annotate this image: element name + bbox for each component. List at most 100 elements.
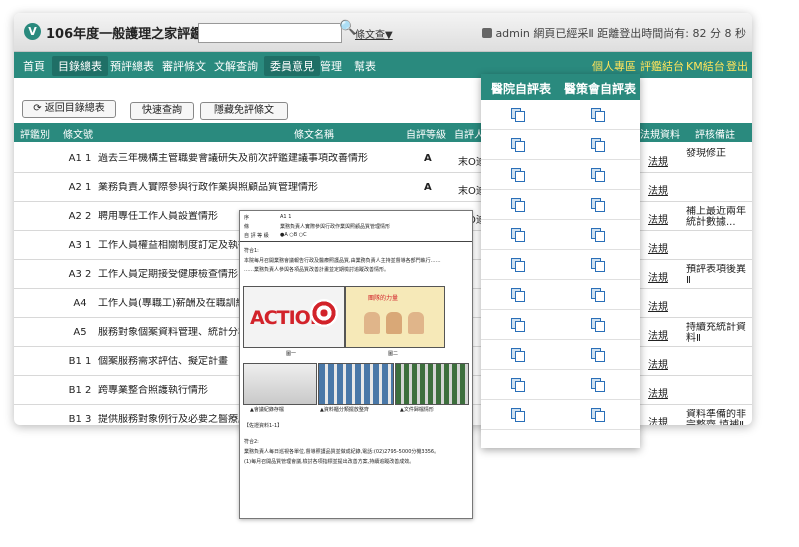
document-icon[interactable] (511, 288, 525, 302)
document-icon[interactable] (511, 138, 525, 152)
document-icon[interactable] (511, 198, 525, 212)
row-law-link[interactable]: 法規 (648, 327, 668, 342)
panel-row (481, 280, 640, 310)
user-status: admin 網頁已經采Ⅱ 距離登出時間尚有: 82 分 8 秒 (482, 25, 746, 41)
row-code: B1 1 (68, 356, 92, 367)
row-law-link[interactable]: 法規 (648, 414, 668, 425)
photo-caption-1: ▲會議紀錄存檔 (250, 407, 284, 413)
col-header-grade: 自評等級 (406, 130, 446, 141)
panel-row (481, 310, 640, 340)
col-header-name: 條文名稱 (294, 130, 334, 141)
search-input[interactable] (198, 23, 342, 43)
photo-caption-3: ▲文件歸檔情形 (400, 407, 434, 413)
nav-item-catalog[interactable]: 目錄總表 (52, 56, 108, 76)
nav-item-home[interactable]: 首頁 (23, 58, 45, 74)
document-icon[interactable] (591, 258, 605, 272)
img1-caption: 圖一 (286, 351, 297, 357)
document-icon[interactable] (591, 198, 605, 212)
panel-row (481, 100, 640, 130)
nav-item-query[interactable]: 文解查詢 (214, 58, 258, 74)
doc-field1-value: A1 1 (280, 214, 292, 220)
quick-search-button[interactable]: 快速查詢 (130, 102, 194, 120)
search-icon[interactable]: 🔍 (339, 20, 356, 36)
table-row[interactable]: A1 1 過去三年機構主管職要會議研失及前次評鑑建議事項改善情形 A 末O迪 法規 發現修… (14, 144, 752, 173)
img2-caption: 圖二 (388, 351, 399, 357)
document-icon[interactable] (591, 108, 605, 122)
document-icon[interactable] (591, 138, 605, 152)
doc-grades: ●A ○B ○C (280, 232, 307, 238)
panel-row (481, 370, 640, 400)
row-law-link[interactable]: 法規 (648, 211, 668, 226)
row-code: A2 1 (68, 182, 92, 193)
row-law-link[interactable]: 法規 (648, 269, 668, 284)
row-note: 補上最近兩年統計數據... (686, 206, 746, 228)
document-icon[interactable] (511, 408, 525, 422)
document-icon[interactable] (591, 408, 605, 422)
photo-meeting-records (243, 363, 317, 405)
row-law-link[interactable]: 法規 (648, 240, 668, 255)
row-law-link[interactable]: 法規 (648, 356, 668, 371)
row-law-link[interactable]: 法規 (648, 298, 668, 313)
nav-item-logout[interactable]: 登出 (726, 58, 748, 74)
col-header-code: 條文號 (63, 130, 93, 141)
photo-files (395, 363, 469, 405)
document-icon[interactable] (591, 348, 605, 362)
document-icon[interactable] (511, 348, 525, 362)
teamwork-image: 團隊的力量 (345, 286, 445, 348)
back-button-label: 返回目錄總表 (44, 103, 105, 114)
row-code: A3 2 (68, 269, 92, 280)
hide-exempt-button[interactable]: 隱藏免評條文 (200, 102, 288, 120)
table-header: 評鑑別 條文號 條文名稱 自評等級 自評人 法規資料 評核備註 (14, 123, 752, 142)
col-header-note: 評核備註 (695, 130, 735, 141)
doc-body1: 本院每月召開業務會議報告行政及醫療照護品質,由業務負責人主持並督導各部門執行…… (244, 258, 441, 264)
document-icon[interactable] (591, 318, 605, 332)
row-code: A2 2 (68, 211, 92, 222)
nav-item-pre-eval[interactable]: 預評總表 (110, 58, 154, 74)
photo-caption-2: ▲資料櫃分類擺放整齊 (320, 407, 369, 413)
nav-item-report[interactable]: 幫表 (354, 58, 376, 74)
nav-item-review[interactable]: 審評條文 (162, 58, 206, 74)
evidence-document: 序 A1 1 條 業務負責人實際參與行政作業與照顧品質管理情形 自 評 等 級 … (239, 210, 473, 519)
col-header-type: 評鑑別 (20, 130, 50, 141)
panel-row (481, 340, 640, 370)
nav-item-personal[interactable]: 個人專區 (592, 58, 636, 74)
document-icon[interactable] (591, 228, 605, 242)
nav-item-platform[interactable]: 評鑑結台 (640, 58, 684, 74)
document-icon[interactable] (511, 108, 525, 122)
doc-section1: 符合1: (244, 248, 259, 254)
row-grade: A (424, 153, 432, 164)
target-icon (310, 299, 338, 327)
document-icon[interactable] (511, 378, 525, 392)
back-to-catalog-button[interactable]: ⟳ 返回目錄總表 (22, 100, 116, 118)
document-icon[interactable] (511, 318, 525, 332)
row-note: 資料準備的非完整齊,填補Ⅱ (686, 409, 746, 425)
app-logo-icon: V (24, 23, 41, 40)
hand-icon (386, 312, 402, 334)
panel-row (481, 400, 640, 430)
main-nav: 首頁 目錄總表 預評總表 審評條文 文解查詢 委員意見 管理 幫表 個人專區 評… (14, 52, 752, 78)
user-status-text: admin 網頁已經采Ⅱ 距離登出時間尚有: 82 分 8 秒 (495, 27, 746, 40)
row-code: B1 2 (68, 385, 92, 396)
document-icon[interactable] (511, 258, 525, 272)
doc-field2-label: 條 (244, 224, 250, 230)
document-icon[interactable] (511, 228, 525, 242)
nav-item-committee[interactable]: 委員意見 (264, 56, 320, 76)
hand-icon (364, 312, 380, 334)
row-law-link[interactable]: 法規 (648, 385, 668, 400)
document-icon[interactable] (591, 288, 605, 302)
table-row[interactable]: A2 1 業務負責人實際參與行政作業與照顧品質管理情形 A 末O迪 法規 (14, 173, 752, 202)
advanced-search-link[interactable]: 條文查▼ (355, 26, 393, 41)
row-code: B1 3 (68, 414, 92, 425)
document-icon[interactable] (511, 168, 525, 182)
panel-row (481, 130, 640, 160)
document-icon[interactable] (591, 168, 605, 182)
row-law-link[interactable]: 法規 (648, 153, 668, 168)
action-image: ACTION (243, 286, 345, 348)
nav-item-admin[interactable]: 管理 (320, 58, 342, 74)
row-law-link[interactable]: 法規 (648, 182, 668, 197)
row-name: 業務負責人實際參與行政作業與照顧品質管理情形 (98, 182, 318, 193)
title-bar: V 106年度一般護理之家評鑑基準 🔍 條文查▼ admin 網頁已經采Ⅱ 距離… (14, 13, 752, 52)
document-icon[interactable] (591, 378, 605, 392)
row-code: A5 (73, 327, 87, 338)
nav-item-km[interactable]: KM結台 (686, 58, 725, 74)
